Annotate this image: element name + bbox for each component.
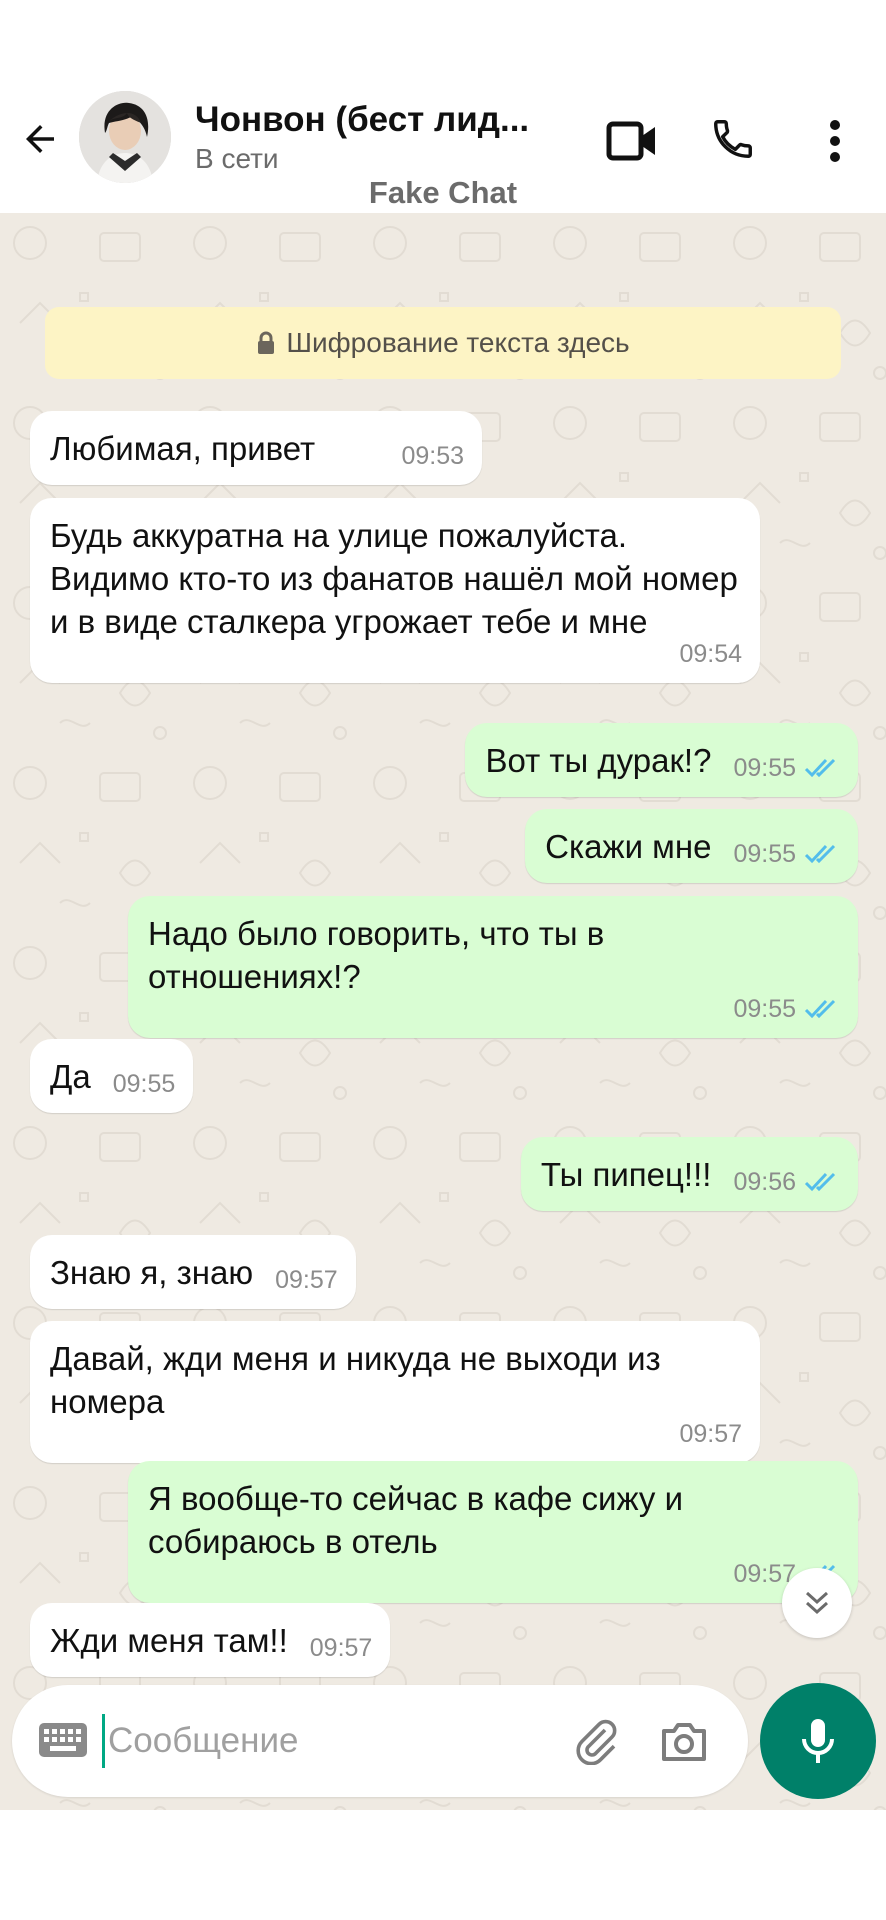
camera-icon [662,1723,706,1761]
read-ticks-icon [804,758,836,778]
message-meta: 09:55 [170,994,840,1024]
camera-button[interactable] [656,1713,712,1769]
contact-name[interactable]: Чонвон (бест лид... [195,100,555,140]
read-ticks-icon [804,844,836,864]
message-meta: 09:53 [401,441,464,471]
avatar-photo [79,91,171,183]
read-ticks-icon [804,1172,836,1192]
message-incoming[interactable]: Да 09:55 [30,1039,194,1113]
message-text: Надо было говорить, что ты в отношениях!… [148,915,605,995]
chat-area[interactable]: Шифрование текста здесь Любимая, привет … [0,213,886,1810]
message-time: 09:55 [733,995,796,1023]
message-incoming[interactable]: Любимая, привет 09:53 [30,411,482,485]
message-incoming[interactable]: Будь аккуратна на улице пожалуйста. Види… [30,498,760,683]
message-text: Я вообще-то сейчас в кафе сижу и собираю… [148,1480,684,1560]
lock-icon [258,331,275,354]
message-incoming[interactable]: Знаю я, знаю 09:57 [30,1235,356,1309]
status-bar-area [0,0,886,95]
video-call-button[interactable] [602,113,662,169]
message-meta: 09:57 [310,1633,373,1663]
message-meta: 09:54 [72,639,742,669]
video-call-icon [606,121,655,161]
message-outgoing[interactable]: Я вообще-то сейчас в кафе сижу и собираю… [128,1461,858,1603]
navigation-bar-area [0,1810,886,1920]
message-meta: 09:57 [275,1265,338,1295]
message-meta: 09:55 [113,1069,176,1099]
message-outgoing[interactable]: Надо было говорить, что ты в отношениях!… [128,896,858,1038]
message-time: 09:57 [275,1266,338,1294]
message-text: Любимая, привет [50,430,316,467]
message-meta: 09:57 [72,1419,742,1449]
voice-call-button[interactable] [705,111,761,167]
message-time: 09:57 [309,1634,373,1662]
chat-header: Чонвон (бест лид... В сети Fake Chat [0,85,886,213]
keyboard-button[interactable] [38,1717,88,1763]
message-outgoing[interactable]: Скажи мне 09:55 [525,809,858,883]
keyboard-icon [39,1723,87,1757]
message-text: Знаю я, знаю [50,1254,254,1291]
text-cursor [102,1714,105,1768]
message-composer [12,1685,748,1797]
message-time: 09:55 [112,1070,176,1098]
message-text: Скажи мне [545,828,712,865]
message-text: Давай, жди меня и никуда не выходи из но… [50,1340,661,1420]
message-text: Да [50,1058,91,1095]
message-time: 09:56 [733,1168,796,1196]
more-vert-icon [830,120,840,162]
back-button[interactable] [16,115,64,163]
scroll-to-bottom-button[interactable] [782,1568,852,1638]
message-time: 09:53 [401,442,464,470]
contact-status: В сети [195,143,279,174]
message-input[interactable] [108,1711,438,1771]
phone-icon [714,120,752,158]
avatar[interactable] [79,91,171,183]
message-time: 09:54 [679,640,742,668]
more-options-button[interactable] [815,111,855,171]
microphone-icon [802,1719,834,1763]
attach-button[interactable] [568,1713,624,1769]
read-ticks-icon [804,999,836,1019]
message-meta: 09:55 [733,839,840,869]
message-outgoing[interactable]: Вот ты дурак!? 09:55 [465,723,858,797]
message-meta: 09:57 [170,1559,840,1589]
paperclip-icon [576,1719,617,1765]
message-text: Жди меня там!! [50,1622,288,1659]
message-outgoing[interactable]: Ты пипец!!! 09:56 [520,1137,858,1211]
message-text: Вот ты дурак!? [485,742,712,779]
message-text: Будь аккуратна на улице пожалуйста. Види… [50,517,738,640]
message-meta: 09:56 [733,1167,840,1197]
encryption-notice[interactable]: Шифрование текста здесь [45,307,841,379]
double-chevron-down-icon [805,1591,829,1615]
message-text: Ты пипец!!! [540,1156,712,1193]
message-incoming[interactable]: Давай, жди меня и никуда не выходи из но… [30,1321,760,1463]
encryption-notice-text: Шифрование текста здесь [286,327,630,358]
message-incoming[interactable]: Жди меня там!! 09:57 [30,1603,391,1677]
fake-chat-watermark: Fake Chat [368,175,518,210]
message-time: 09:55 [733,840,796,868]
back-arrow-icon [26,125,54,153]
message-time: 09:55 [733,754,796,782]
message-meta: 09:55 [733,753,840,783]
voice-message-button[interactable] [760,1683,876,1799]
message-time: 09:57 [679,1420,742,1448]
